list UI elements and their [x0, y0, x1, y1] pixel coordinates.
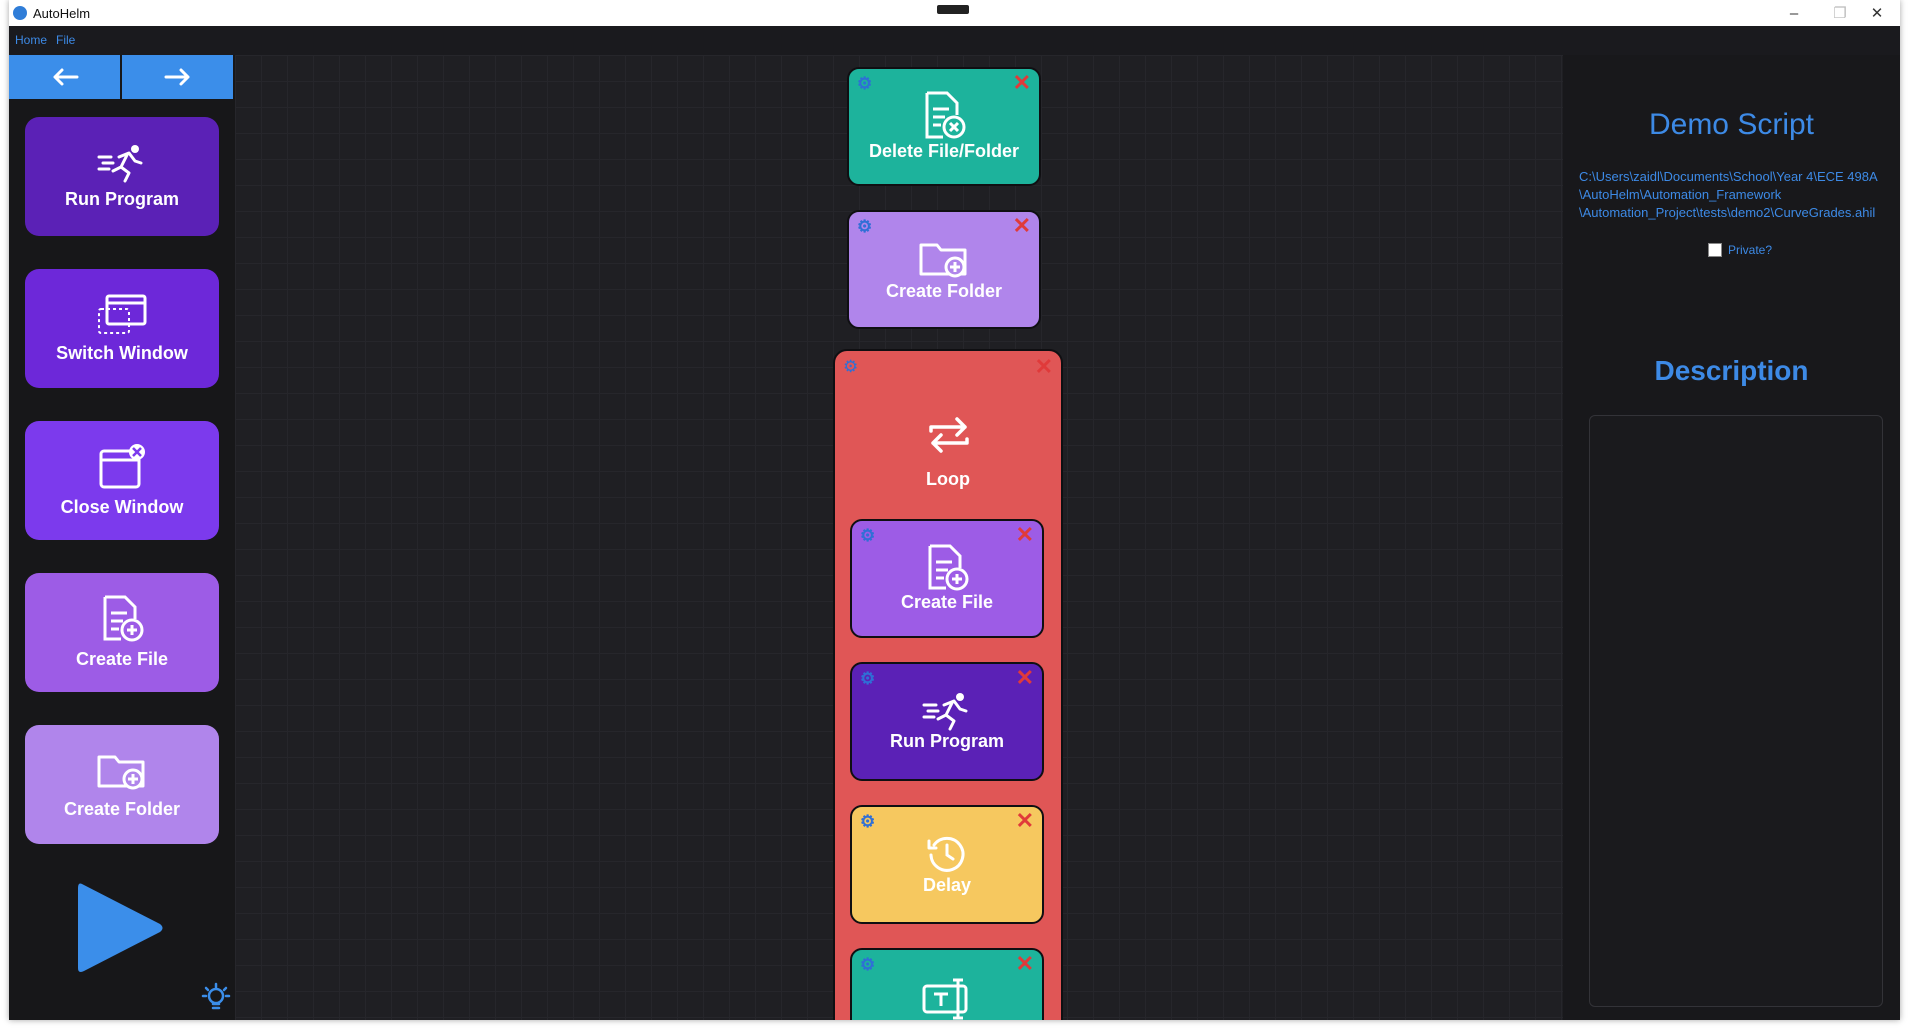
gear-icon[interactable]: ⚙ [857, 218, 872, 235]
block-run-program[interactable]: ⚙ ✕ Run Program [850, 662, 1044, 781]
create-file-icon [103, 595, 144, 642]
palette-label: Close Window [60, 497, 184, 517]
block-label: Create File [900, 592, 994, 612]
close-icon[interactable]: ✕ [1035, 354, 1053, 380]
palette-create-file[interactable]: Create File [25, 573, 219, 692]
close-icon[interactable]: ✕ [1016, 524, 1034, 546]
workflow-canvas[interactable]: ⚙ ✕ Delete File/Folder ⚙ ✕ Create Folder… [235, 55, 1563, 1020]
create-folder-icon [97, 755, 145, 790]
arrow-right-icon [164, 68, 189, 86]
close-icon[interactable]: ✕ [1016, 667, 1034, 689]
close-button[interactable]: ✕ [1854, 0, 1900, 26]
private-checkbox[interactable]: Private? [1708, 243, 1772, 257]
minimize-icon: – [1789, 4, 1799, 22]
create-file-icon [928, 544, 969, 591]
gear-icon[interactable]: ⚙ [843, 357, 858, 377]
properties-panel: Demo Script C:\Users\zaidl\Documents\Sch… [1563, 55, 1900, 1020]
title-bar: AutoHelm – ❐ ✕ [9, 0, 1900, 26]
clock-icon [927, 836, 965, 872]
app-window: AutoHelm – ❐ ✕ Home File Run Program Swi… [9, 0, 1900, 1020]
palette-close-window[interactable]: Close Window [25, 421, 219, 540]
create-folder-icon [919, 243, 967, 278]
block-create-folder[interactable]: ⚙ ✕ Create Folder [847, 210, 1041, 329]
palette-label: Run Program [64, 189, 179, 209]
checkbox-box[interactable] [1708, 243, 1722, 257]
close-icon[interactable]: ✕ [1013, 72, 1031, 94]
gear-icon[interactable]: ⚙ [860, 813, 875, 830]
block-label: Loop [926, 469, 970, 489]
palette-switch-window[interactable]: Switch Window [25, 269, 219, 388]
sidebar: Run Program Switch Window Close Window C… [9, 55, 235, 1020]
running-person-icon [97, 145, 143, 183]
close-icon[interactable]: ✕ [1016, 810, 1034, 832]
block-loop[interactable]: ⚙ ✕ Loop ⚙ ✕ Create File ⚙ ✕ Run Program… [833, 349, 1063, 1020]
arrow-left-icon [53, 68, 78, 86]
menu-bar: Home File [9, 26, 1900, 55]
app-logo-icon [13, 6, 27, 20]
text-input-icon [922, 978, 968, 1020]
palette-label: Create Folder [63, 799, 181, 819]
menu-home[interactable]: Home [15, 33, 47, 47]
palette-create-folder[interactable]: Create Folder [25, 725, 219, 844]
gear-icon[interactable]: ⚙ [860, 670, 875, 687]
delete-file-icon [925, 91, 966, 139]
description-textarea[interactable] [1589, 415, 1883, 1007]
back-button[interactable] [9, 55, 120, 99]
switch-window-icon [98, 294, 147, 334]
block-create-file[interactable]: ⚙ ✕ Create File [850, 519, 1044, 638]
gear-icon[interactable]: ⚙ [857, 75, 872, 92]
close-window-icon [99, 444, 145, 489]
maximize-icon: ❐ [1833, 5, 1847, 22]
block-label: Delete File/Folder [868, 141, 1020, 161]
forward-button[interactable] [122, 55, 233, 99]
description-title: Description [1654, 355, 1809, 386]
palette-label: Create File [75, 649, 169, 669]
private-label: Private? [1728, 243, 1773, 257]
script-path: C:\Users\zaidl\Documents\School\Year 4\E… [1579, 169, 1878, 220]
minimize-button[interactable]: – [1771, 0, 1817, 26]
loop-icon [929, 417, 969, 453]
block-delete-file-folder[interactable]: ⚙ ✕ Delete File/Folder [847, 67, 1041, 186]
play-icon[interactable] [74, 878, 166, 978]
gear-icon[interactable]: ⚙ [860, 956, 875, 973]
block-delay[interactable]: ⚙ ✕ Delay [850, 805, 1044, 924]
script-title[interactable]: Demo Script [1563, 108, 1900, 142]
palette-run-program[interactable]: Run Program [25, 117, 219, 236]
menu-file[interactable]: File [56, 33, 75, 47]
block-label: Run Program [889, 731, 1004, 751]
window-title: AutoHelm [33, 6, 91, 21]
palette-label: Switch Window [56, 343, 188, 363]
close-icon[interactable]: ✕ [1016, 953, 1034, 975]
block-label: Delay [922, 875, 972, 895]
lightbulb-icon[interactable] [201, 982, 231, 1014]
block-text-input[interactable]: ⚙ ✕ [850, 948, 1044, 1020]
block-label: Create Folder [885, 281, 1003, 301]
close-icon[interactable]: ✕ [1013, 215, 1031, 237]
running-person-icon [922, 693, 968, 731]
gear-icon[interactable]: ⚙ [860, 527, 875, 544]
close-icon: ✕ [1870, 5, 1884, 22]
drag-handle[interactable] [937, 5, 969, 14]
